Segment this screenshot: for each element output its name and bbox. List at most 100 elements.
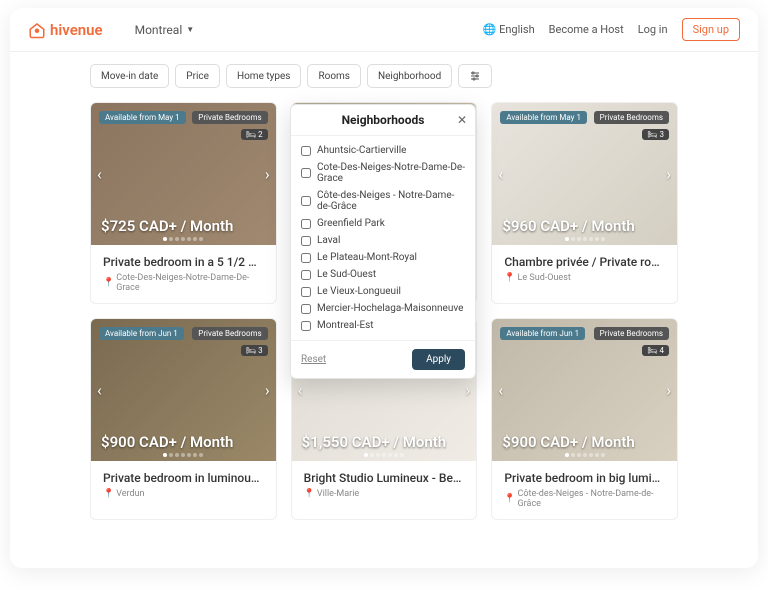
option-label: Le Sud-Ouest bbox=[317, 269, 376, 280]
checkbox[interactable] bbox=[301, 287, 311, 297]
listing-location: 📍Verdun bbox=[103, 489, 264, 499]
price-label: $960 CAD+ / Month bbox=[502, 217, 634, 235]
listing-card[interactable]: Available from May 1 Private Bedrooms 🛏 … bbox=[90, 102, 277, 304]
beds-badge: 🛏 2 bbox=[241, 129, 268, 140]
checkbox[interactable] bbox=[301, 321, 311, 331]
checkbox[interactable] bbox=[301, 168, 311, 178]
login-link[interactable]: Log in bbox=[638, 23, 668, 36]
beds-badge: 🛏 4 bbox=[642, 345, 669, 356]
filter-neighborhood[interactable]: Neighborhood bbox=[367, 64, 452, 88]
neighborhood-option[interactable]: Montreal-Est bbox=[301, 317, 465, 334]
price-label: $725 CAD+ / Month bbox=[101, 217, 233, 235]
type-badge: Private Bedrooms bbox=[594, 111, 669, 124]
prev-arrow[interactable]: ‹ bbox=[97, 381, 102, 400]
availability-badge: Available from Jun 1 bbox=[99, 327, 184, 340]
filter-home-types[interactable]: Home types bbox=[226, 64, 301, 88]
checkbox[interactable] bbox=[301, 236, 311, 246]
listing-location: 📍Le Sud-Ouest bbox=[504, 273, 665, 283]
filter-move-in[interactable]: Move-in date bbox=[90, 64, 169, 88]
listing-image: Available from Jun 1 Private Bedrooms 🛏 … bbox=[492, 319, 677, 461]
logo[interactable]: hivenue bbox=[28, 21, 103, 39]
pin-icon: 📍 bbox=[504, 494, 515, 504]
option-label: Laval bbox=[317, 235, 340, 246]
brand-text: hivenue bbox=[50, 21, 103, 39]
listing-card[interactable]: Available from May 1 Private Bedrooms 🛏 … bbox=[491, 102, 678, 304]
filter-price[interactable]: Price bbox=[175, 64, 220, 88]
pin-icon: 📍 bbox=[304, 489, 315, 499]
option-label: Côte-des-Neiges - Notre-Dame-de-Grâce bbox=[317, 190, 465, 212]
price-label: $900 CAD+ / Month bbox=[502, 433, 634, 451]
option-label: Le Vieux-Longueuil bbox=[317, 286, 401, 297]
type-badge: Private Bedrooms bbox=[594, 327, 669, 340]
next-arrow[interactable]: › bbox=[666, 165, 671, 184]
listing-title: Bright Studio Lumineux - Berri U... bbox=[304, 471, 465, 485]
prev-arrow[interactable]: ‹ bbox=[498, 381, 503, 400]
neighborhood-option[interactable]: Laval bbox=[301, 232, 465, 249]
carousel-dots bbox=[565, 453, 605, 457]
prev-arrow[interactable]: ‹ bbox=[498, 165, 503, 184]
filter-rooms[interactable]: Rooms bbox=[307, 64, 361, 88]
filter-more[interactable] bbox=[458, 64, 492, 88]
checkbox[interactable] bbox=[301, 253, 311, 263]
listing-card[interactable]: Available from Jun 1 Private Bedrooms 🛏 … bbox=[90, 318, 277, 520]
neighborhood-option[interactable]: Mercier-Hochelaga-Maisonneuve bbox=[301, 300, 465, 317]
listing-location: 📍Côte-des-Neiges - Notre-Dame-de-Grâce bbox=[504, 489, 665, 509]
beds-badge: 🛏 3 bbox=[642, 129, 669, 140]
reset-button[interactable]: Reset bbox=[301, 354, 326, 365]
next-arrow[interactable]: › bbox=[265, 381, 270, 400]
availability-badge: Available from May 1 bbox=[99, 111, 186, 124]
neighborhood-option[interactable]: Le Sud-Ouest bbox=[301, 266, 465, 283]
checkbox[interactable] bbox=[301, 196, 311, 206]
availability-badge: Available from May 1 bbox=[500, 111, 587, 124]
checkbox[interactable] bbox=[301, 219, 311, 229]
carousel-dots bbox=[163, 237, 203, 241]
neighborhood-option[interactable]: Côte-des-Neiges - Notre-Dame-de-Grâce bbox=[301, 187, 465, 215]
neighborhood-option[interactable]: Ahuntsic-Cartierville bbox=[301, 142, 465, 159]
option-label: Montreal-Est bbox=[317, 320, 374, 331]
option-label: Mercier-Hochelaga-Maisonneuve bbox=[317, 303, 463, 314]
listing-location: 📍Cote-Des-Neiges-Notre-Dame-De-Grace bbox=[103, 273, 264, 293]
neighborhood-option[interactable]: Le Vieux-Longueuil bbox=[301, 283, 465, 300]
next-arrow[interactable]: › bbox=[666, 381, 671, 400]
price-label: $900 CAD+ / Month bbox=[101, 433, 233, 451]
listing-location: 📍Ville-Marie bbox=[304, 489, 465, 499]
prev-arrow[interactable]: ‹ bbox=[298, 381, 303, 400]
listing-image: Available from May 1 Private Bedrooms 🛏 … bbox=[492, 103, 677, 245]
close-icon[interactable]: ✕ bbox=[457, 113, 467, 127]
next-arrow[interactable]: › bbox=[466, 381, 471, 400]
city-label: Montreal bbox=[135, 23, 183, 37]
listing-title: Private bedroom in a 5 1/2 🏢 Co... bbox=[103, 255, 264, 269]
language-selector[interactable]: 🌐 English bbox=[483, 23, 535, 36]
listing-image: Available from Jun 1 Private Bedrooms 🛏 … bbox=[91, 319, 276, 461]
listing-title: Private bedroom in big luminous ... bbox=[504, 471, 665, 485]
neighborhood-option[interactable]: Le Plateau-Mont-Royal bbox=[301, 249, 465, 266]
checkbox[interactable] bbox=[301, 270, 311, 280]
neighborhood-option[interactable]: Cote-Des-Neiges-Notre-Dame-De-Grace bbox=[301, 159, 465, 187]
signup-button[interactable]: Sign up bbox=[682, 18, 740, 41]
pin-icon: 📍 bbox=[504, 273, 515, 283]
carousel-dots bbox=[364, 453, 404, 457]
become-host-link[interactable]: Become a Host bbox=[549, 23, 624, 36]
carousel-dots bbox=[565, 237, 605, 241]
checkbox[interactable] bbox=[301, 146, 311, 156]
beds-badge: 🛏 3 bbox=[241, 345, 268, 356]
pin-icon: 📍 bbox=[103, 489, 114, 499]
checkbox[interactable] bbox=[301, 304, 311, 314]
filter-bar: Move-in date Price Home types Rooms Neig… bbox=[10, 52, 758, 96]
listing-image: Available from May 1 Private Bedrooms 🛏 … bbox=[91, 103, 276, 245]
option-label: Greenfield Park bbox=[317, 218, 385, 229]
carousel-dots bbox=[163, 453, 203, 457]
apply-button[interactable]: Apply bbox=[412, 349, 465, 370]
listing-card[interactable]: Available from Jun 1 Private Bedrooms 🛏 … bbox=[491, 318, 678, 520]
city-selector[interactable]: Montreal ▼ bbox=[135, 23, 195, 37]
next-arrow[interactable]: › bbox=[265, 165, 270, 184]
prev-arrow[interactable]: ‹ bbox=[97, 165, 102, 184]
listing-title: Chambre privée / Private room in... bbox=[504, 255, 665, 269]
chevron-down-icon: ▼ bbox=[186, 25, 194, 34]
type-badge: Private Bedrooms bbox=[192, 111, 267, 124]
neighborhood-option[interactable]: Greenfield Park bbox=[301, 215, 465, 232]
option-label: Ahuntsic-Cartierville bbox=[317, 145, 406, 156]
sliders-icon bbox=[469, 70, 481, 82]
type-badge: Private Bedrooms bbox=[192, 327, 267, 340]
price-label: $1,550 CAD+ / Month bbox=[302, 433, 447, 451]
